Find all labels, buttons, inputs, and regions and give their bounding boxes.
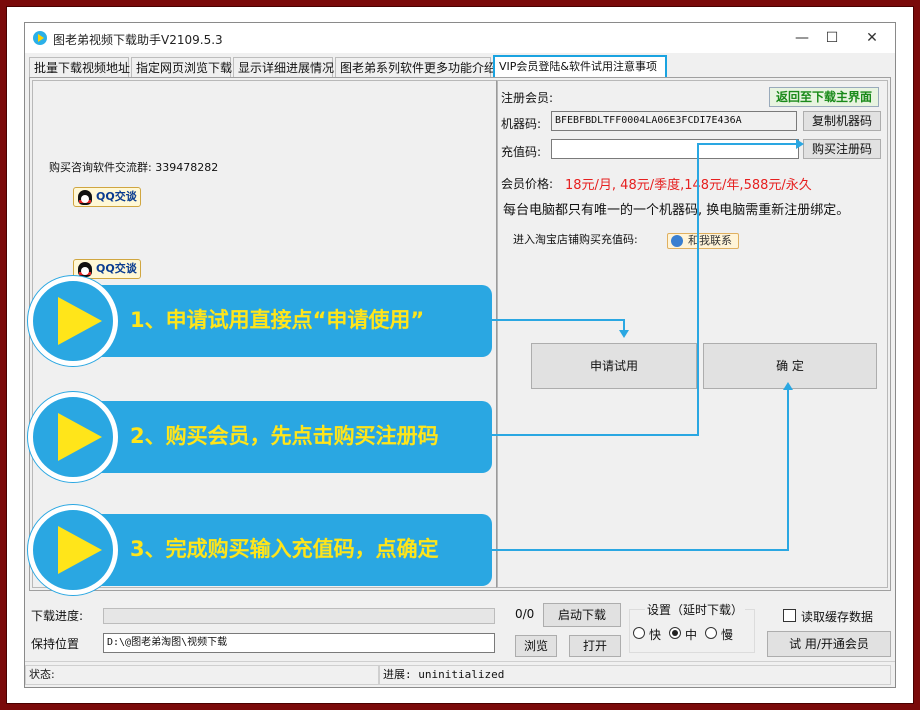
- arrowhead-confirm: [783, 382, 793, 390]
- arrow-to-trial: [490, 319, 625, 332]
- arrow-to-buy-code: [490, 143, 798, 436]
- callout-text-2: 2、购买会员，先点击购买注册码: [130, 424, 439, 448]
- arrowhead-buy: [796, 139, 804, 149]
- callout-text-3: 3、完成购买输入充值码，点确定: [130, 537, 439, 561]
- play-triangle-icon: [58, 413, 102, 461]
- callout-step-2: 2、购买会员，先点击购买注册码: [28, 392, 494, 482]
- arrow-to-confirm: [490, 388, 789, 551]
- callout-text-1: 1、申请试用直接点“申请使用”: [130, 308, 425, 332]
- play-triangle-icon: [58, 526, 102, 574]
- callout-step-1: 1、申请试用直接点“申请使用”: [28, 276, 494, 366]
- play-triangle-icon: [58, 297, 102, 345]
- arrowhead-trial: [619, 330, 629, 338]
- callout-step-3: 3、完成购买输入充值码，点确定: [28, 505, 494, 595]
